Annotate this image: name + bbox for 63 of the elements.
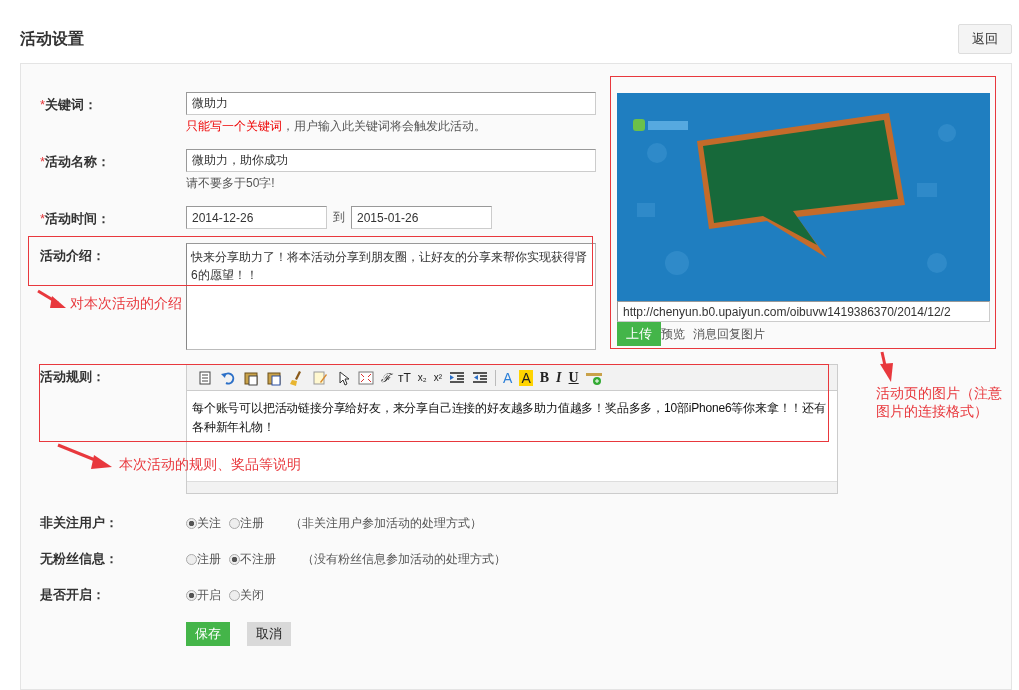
label-text: 是否开启： xyxy=(40,587,105,602)
annotation-arrow xyxy=(880,351,893,382)
source-icon[interactable] xyxy=(197,369,213,386)
text-input[interactable]: 微助力，助你成功 xyxy=(186,149,596,172)
label-text: 活动介绍： xyxy=(40,248,105,263)
paste-word-icon[interactable] xyxy=(266,369,282,386)
radio-button[interactable] xyxy=(229,553,240,565)
required-mark: * xyxy=(40,154,46,169)
hint-text: 请不要多于50字! xyxy=(186,175,276,192)
forecolor-button[interactable]: A xyxy=(503,369,513,386)
hint-text: （没有粉丝信息参加活动的处理方式） xyxy=(302,550,506,568)
radio-label: 关闭 xyxy=(240,586,264,604)
required-mark: * xyxy=(40,211,46,226)
textarea-field[interactable]: 快来分享助力了！将本活动分享到朋友圈，让好友的分享来帮你实现获得肾6的愿望！！ xyxy=(186,243,596,350)
label-text: 活动规则： xyxy=(40,369,105,384)
radio-label: 关注 xyxy=(197,514,221,532)
range-separator: 到 xyxy=(333,209,345,226)
outdent-icon[interactable] xyxy=(472,369,489,386)
indent-icon[interactable] xyxy=(449,369,466,386)
required-mark: * xyxy=(40,97,46,112)
sub-button[interactable]: x₂ xyxy=(417,369,427,386)
underline-button[interactable]: U xyxy=(568,369,579,386)
preview-link[interactable]: 预览 xyxy=(661,325,685,343)
fontsize-button[interactable]: ᴛT xyxy=(398,369,411,386)
label-text: 无粉丝信息： xyxy=(40,551,118,566)
label-text: 活动名称： xyxy=(45,154,111,169)
annotation-text: 对本次活动的介绍 xyxy=(70,294,183,312)
paste-text-icon[interactable] xyxy=(243,369,259,386)
radio-label: 开启 xyxy=(197,586,221,604)
annotation-text: 本次活动的规则、奖品等说明 xyxy=(119,455,302,473)
page-title: 活动设置 xyxy=(20,28,84,49)
back-button[interactable]: 返回 xyxy=(958,24,1012,54)
date-input[interactable]: 2015-01-26 xyxy=(351,206,492,229)
annotation-text: 活动页的图片（注意图片的连接格式） xyxy=(876,384,1003,420)
reply-image-label: 消息回复图片 xyxy=(693,325,765,343)
cancel-button[interactable]: 取消 xyxy=(247,622,291,646)
hint-text: （非关注用户参加活动的处理方式） xyxy=(290,514,482,532)
radio-label: 注册 xyxy=(197,550,221,568)
bold-button[interactable]: B xyxy=(539,369,550,386)
radio-button[interactable] xyxy=(186,553,197,565)
annotation-arrow xyxy=(37,289,66,308)
resize-handle[interactable] xyxy=(187,481,837,493)
font-button[interactable]: ℱ xyxy=(381,369,391,386)
radio-label: 注册 xyxy=(240,514,264,532)
url-input[interactable]: http://chenyun.b0.upaiyun.com/oibuvw1419386370/2014/12/2 xyxy=(617,301,990,322)
text-input[interactable]: 微助力 xyxy=(186,92,596,115)
radio-label: 不注册 xyxy=(240,550,276,568)
annotation-arrow xyxy=(57,443,112,469)
hint-text: 只能写一个关键词，用户输入此关键词将会触发此活动。 xyxy=(186,118,487,135)
radio-button[interactable] xyxy=(229,589,240,601)
label-text: 关键词： xyxy=(45,97,98,112)
date-input[interactable]: 2014-12-26 xyxy=(186,206,327,229)
radio-button[interactable] xyxy=(186,589,197,601)
italic-button[interactable]: I xyxy=(556,369,562,386)
backcolor-button[interactable]: A xyxy=(519,369,533,386)
label-text: 非关注用户： xyxy=(40,515,118,530)
radio-button[interactable] xyxy=(229,517,240,529)
radio-button[interactable] xyxy=(186,517,197,529)
editor-content: 每个账号可以把活动链接分享给好友，来分享自己连接的好友越多助力值越多！奖品多多，10部iPhone6等你来拿！！还有各种新年礼物！ xyxy=(192,400,827,436)
format-icon[interactable] xyxy=(312,369,328,386)
sup-button[interactable]: x² xyxy=(433,369,443,386)
fullscreen-icon[interactable] xyxy=(358,369,374,386)
label-text: 活动时间： xyxy=(45,211,111,226)
